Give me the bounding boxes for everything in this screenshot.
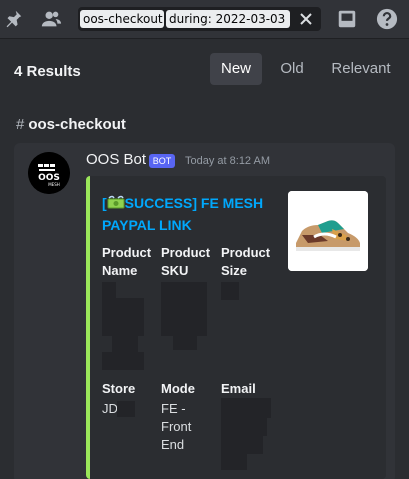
inbox-icon[interactable] [336,8,358,30]
sort-tab-new[interactable]: New [210,53,262,85]
redacted-block [173,334,197,350]
embed-field-product-size-label: Product Size [221,245,271,278]
bot-badge: BOT [149,154,175,168]
redacted-block [102,298,144,318]
redacted-block [221,434,263,454]
message-author[interactable]: OOS Bot [86,151,146,168]
redacted-block [221,416,267,436]
redacted-block [221,452,247,470]
redacted-block [102,352,144,370]
search-filter-channel[interactable]: oos-checkout [80,10,164,28]
embed-title-text: SUCCESS] FE MESH PAYPAL LINK [102,195,264,233]
embed-field-store-label: Store [102,381,136,396]
redacted-block [117,401,135,417]
embed-field-product-name-label: Product Name [102,245,152,278]
channel-hash-icon: # [16,116,25,133]
search-header-bar: oos-checkout during: 2022-03-03 [0,0,409,38]
channel-name: oos-checkout [28,116,126,133]
embed-field-product-sku-label: Product SKU [161,245,211,278]
avatar-logo-subtext: MESH [48,182,60,187]
embed-thumbnail-sneaker-image[interactable] [288,191,368,271]
results-count: 4 Results [14,63,81,80]
embed-field-mode-label: Mode [161,381,195,396]
search-input[interactable]: oos-checkout during: 2022-03-03 [78,7,321,31]
embed-field-mode-value: FE - Front End [161,401,192,452]
redacted-block [161,282,207,336]
close-icon[interactable] [297,10,315,28]
embed-field-email-label: Email [221,381,256,396]
redacted-block [112,334,138,354]
help-icon[interactable] [376,8,398,30]
redacted-block [102,316,144,336]
sort-tab-old[interactable]: Old [272,53,312,85]
pin-icon[interactable] [2,8,24,30]
message-timestamp[interactable]: Today at 8:12 AM [185,155,270,167]
avatar[interactable]: OOS MESH [28,152,70,194]
result-channel-header[interactable]: # oos-checkout [16,116,126,133]
search-results-header: 4 Results New Old Relevant [0,38,409,100]
redacted-block [221,282,239,300]
members-icon[interactable] [40,8,62,30]
search-filter-date[interactable]: during: 2022-03-03 [166,10,290,28]
redacted-block [221,398,271,418]
money-with-wings-icon [107,195,125,209]
sort-tab-relevant[interactable]: Relevant [326,53,396,85]
embed-title[interactable]: [ SUCCESS] FE MESH PAYPAL LINK [102,192,280,236]
